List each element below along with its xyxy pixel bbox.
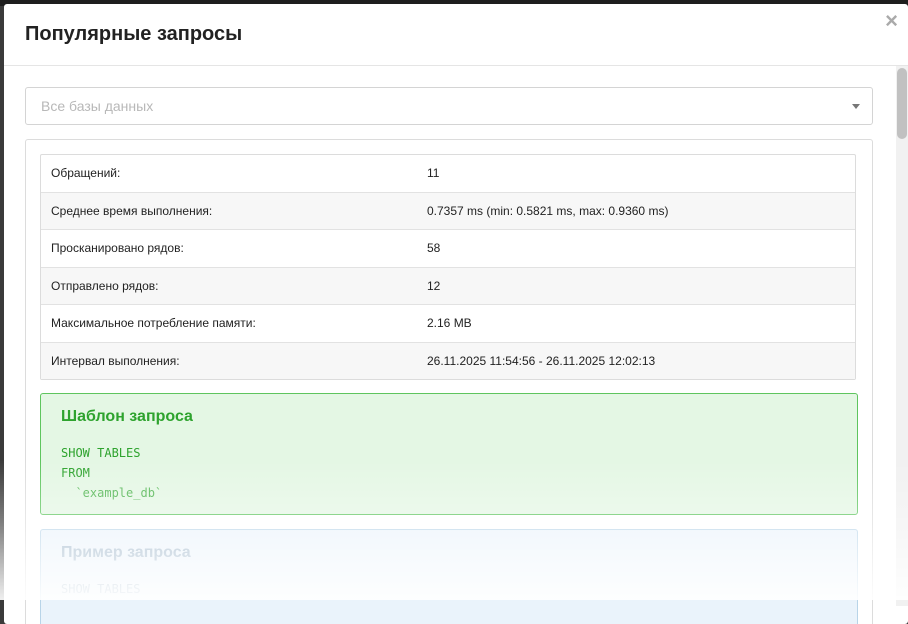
code-line: SHOW TABLES [61, 446, 141, 460]
stat-value: 0.7357 ms (min: 0.5821 ms, max: 0.9360 m… [417, 191, 855, 229]
stat-value: 12 [417, 266, 855, 304]
stat-value: 26.11.2025 11:54:56 - 26.11.2025 12:02:1… [417, 341, 855, 379]
caret-down-icon [852, 104, 860, 109]
stats-table: Обращений: 11 Среднее время выполнения: … [40, 154, 856, 380]
code-line: SHOW TABLES [61, 582, 141, 596]
query-example-box: Пример запроса SHOW TABLES [40, 529, 858, 624]
code-line: FROM [61, 466, 90, 480]
stat-label: Интервал выполнения: [41, 341, 417, 379]
stat-value: 58 [417, 229, 855, 267]
stat-label: Максимальное потребление памяти: [41, 304, 417, 342]
query-details-panel: Обращений: 11 Среднее время выполнения: … [25, 139, 873, 624]
stat-label: Просканировано рядов: [41, 229, 417, 267]
table-row: Отправлено рядов: 12 [41, 266, 855, 304]
query-template-code[interactable]: SHOW TABLES FROM `example_db` [61, 443, 162, 503]
query-template-title: Шаблон запроса [61, 408, 193, 425]
popular-queries-modal: Популярные запросы × Все базы данных Обр… [4, 4, 908, 624]
scrollbar[interactable] [896, 66, 908, 606]
query-example-title: Пример запроса [61, 544, 191, 561]
database-select[interactable]: Все базы данных [25, 87, 873, 125]
close-icon[interactable]: × [885, 10, 898, 32]
stat-value: 2.16 MB [417, 304, 855, 342]
table-row: Интервал выполнения: 26.11.2025 11:54:56… [41, 341, 855, 379]
modal-body: Все базы данных Обращений: 11 Среднее вр… [4, 66, 908, 624]
stat-value: 11 [427, 166, 440, 181]
query-template-box: Шаблон запроса SHOW TABLES FROM `example… [40, 393, 858, 515]
stat-label: Отправлено рядов: [41, 266, 417, 304]
table-row: Максимальное потребление памяти: 2.16 MB [41, 304, 855, 342]
query-example-code[interactable]: SHOW TABLES [61, 579, 140, 599]
table-row: Среднее время выполнения: 0.7357 ms (min… [41, 191, 855, 229]
stat-label: Среднее время выполнения: [41, 191, 417, 229]
database-select-placeholder: Все базы данных [41, 98, 154, 114]
table-row: Просканировано рядов: 58 [41, 229, 855, 267]
scrollbar-thumb[interactable] [897, 68, 907, 139]
table-row: Обращений: 11 [41, 155, 855, 192]
stat-label: Обращений: [51, 166, 121, 181]
code-line: `example_db` [61, 486, 163, 500]
modal-header: Популярные запросы × [4, 4, 908, 66]
modal-title: Популярные запросы [25, 23, 243, 45]
